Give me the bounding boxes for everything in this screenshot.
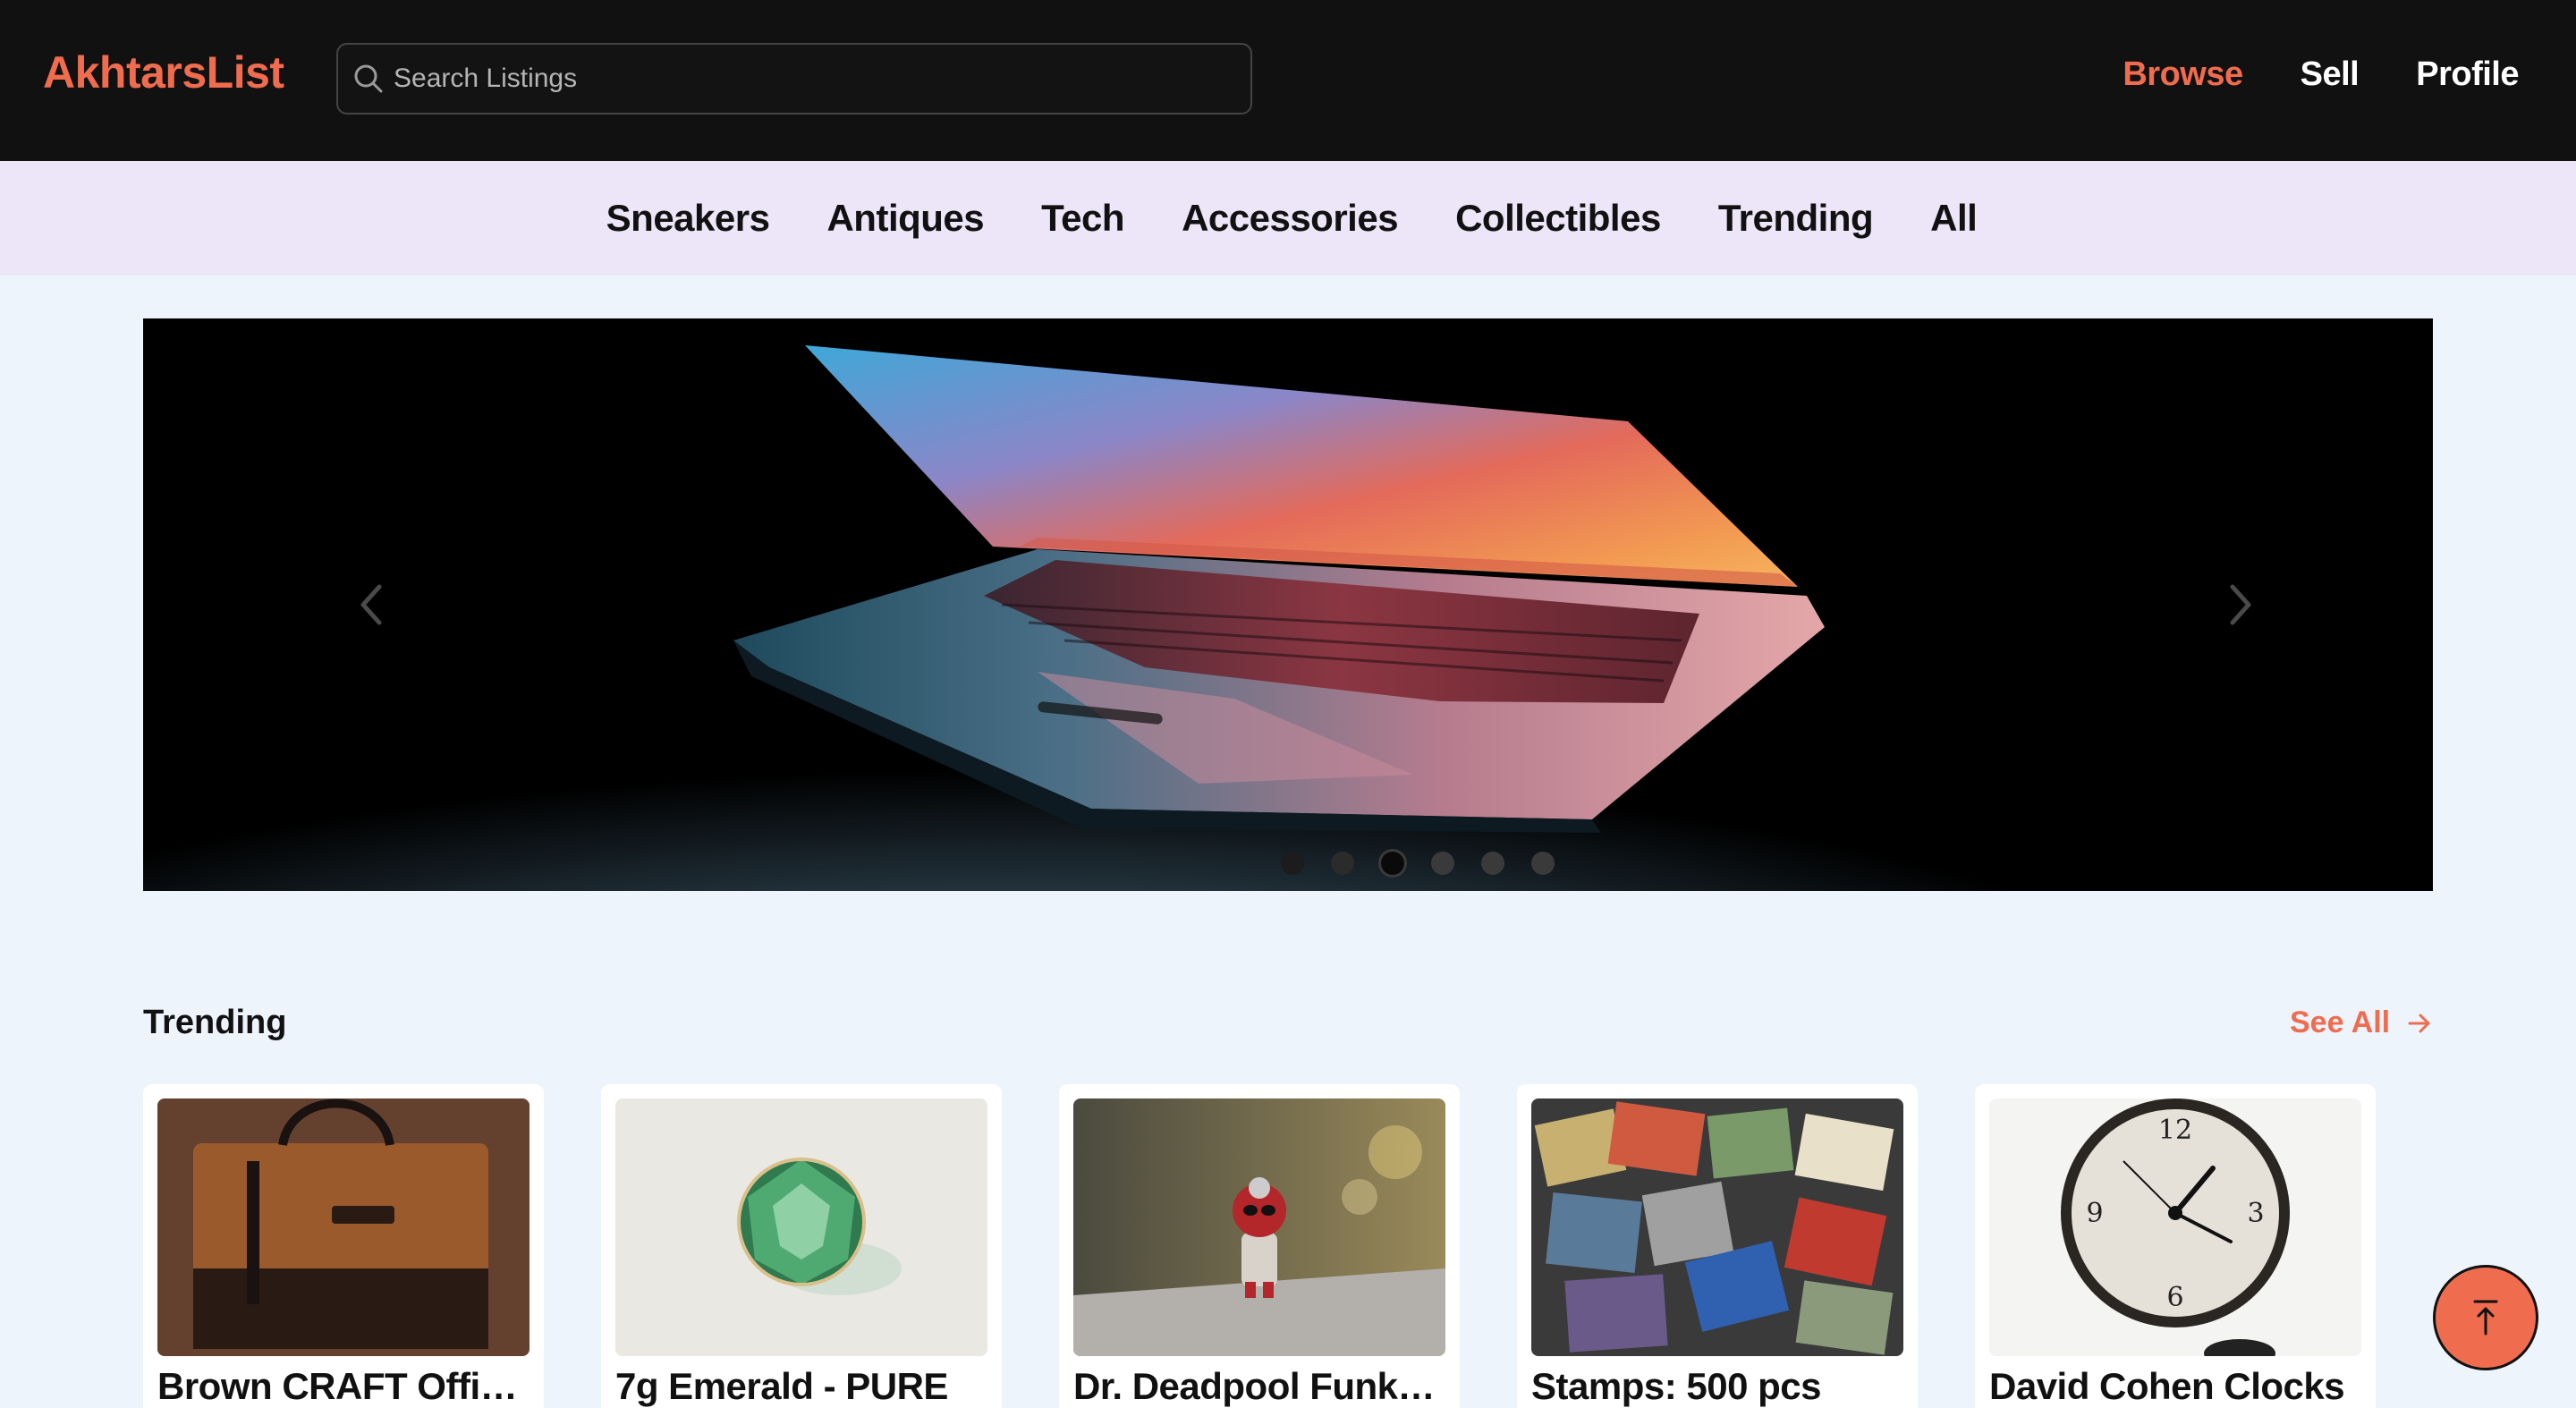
category-trending[interactable]: Trending [1718,197,1874,240]
listing-thumb-emerald [615,1098,987,1356]
listing-thumb-stamps [1531,1098,1903,1356]
trending-heading: Trending [143,1004,287,1041]
category-accessories[interactable]: Accessories [1182,197,1399,240]
see-all-label: See All [2290,1005,2391,1039]
category-bar: Sneakers Antiques Tech Accessories Colle… [0,161,2576,276]
top-header: AkhtarsList Browse Sell Profile [0,0,2576,161]
main-nav: Browse Sell Profile [2123,55,2519,94]
svg-text:3: 3 [2247,1198,2264,1229]
search-input[interactable] [394,64,1250,94]
carousel-dot-5[interactable] [1481,852,1504,875]
listing-title[interactable]: 7g Emerald - PURE [615,1365,991,1408]
carousel-dot-4[interactable] [1431,852,1454,875]
listing-thumb-leather-bag [157,1098,530,1356]
carousel-dots [1281,852,1555,875]
carousel-next-button[interactable] [2204,569,2275,640]
search-icon [354,64,383,93]
category-all[interactable]: All [1930,197,1978,240]
see-all-link[interactable]: See All [2290,1005,2433,1040]
chevron-left-icon [360,584,382,625]
svg-text:9: 9 [2086,1198,2103,1229]
scroll-to-top-button[interactable] [2433,1265,2538,1370]
listing-card[interactable]: Stamps: 500 pcs [1517,1084,1918,1408]
brand-logo[interactable]: AkhtarsList [43,47,284,98]
carousel-dot-2[interactable] [1331,852,1354,875]
trending-list: Brown CRAFT Office Bag 7g Emerald - PURE [143,1084,2433,1408]
category-tech[interactable]: Tech [1041,197,1124,240]
listing-title[interactable]: Dr. Deadpool Funko Pop [1073,1365,1449,1408]
listing-card[interactable]: 12 3 6 9 David Cohen Clocks [1975,1084,2376,1408]
listing-title[interactable]: Brown CRAFT Office Bag [157,1365,533,1408]
chevron-right-icon [2230,584,2251,625]
search-bar[interactable] [336,43,1252,115]
category-antiques[interactable]: Antiques [826,197,984,240]
hero-carousel[interactable] [143,318,2433,891]
nav-profile[interactable]: Profile [2416,55,2519,94]
carousel-dot-6[interactable] [1531,852,1555,875]
category-sneakers[interactable]: Sneakers [606,197,770,240]
hero-laptop-image [143,318,2433,891]
listing-title[interactable]: Stamps: 500 pcs [1531,1365,1907,1408]
listing-thumb-wall-clock: 12 3 6 9 [1989,1098,2361,1356]
svg-text:6: 6 [2166,1282,2183,1313]
listing-title[interactable]: David Cohen Clocks [1989,1365,2365,1408]
listing-card[interactable]: 7g Emerald - PURE [601,1084,1002,1408]
carousel-dot-3-active[interactable] [1381,852,1404,875]
svg-text:12: 12 [2158,1115,2192,1146]
category-collectibles[interactable]: Collectibles [1455,197,1661,240]
listing-card[interactable]: Dr. Deadpool Funko Pop [1059,1084,1460,1408]
arrow-up-to-line-icon [2473,1300,2498,1336]
carousel-prev-button[interactable] [336,569,408,640]
listing-card[interactable]: Brown CRAFT Office Bag [143,1084,544,1408]
nav-browse[interactable]: Browse [2123,55,2243,94]
listing-thumb-funko-figure [1073,1098,1445,1356]
carousel-dot-1[interactable] [1281,852,1304,875]
nav-sell[interactable]: Sell [2301,55,2360,94]
arrow-right-icon [2408,1014,2430,1032]
